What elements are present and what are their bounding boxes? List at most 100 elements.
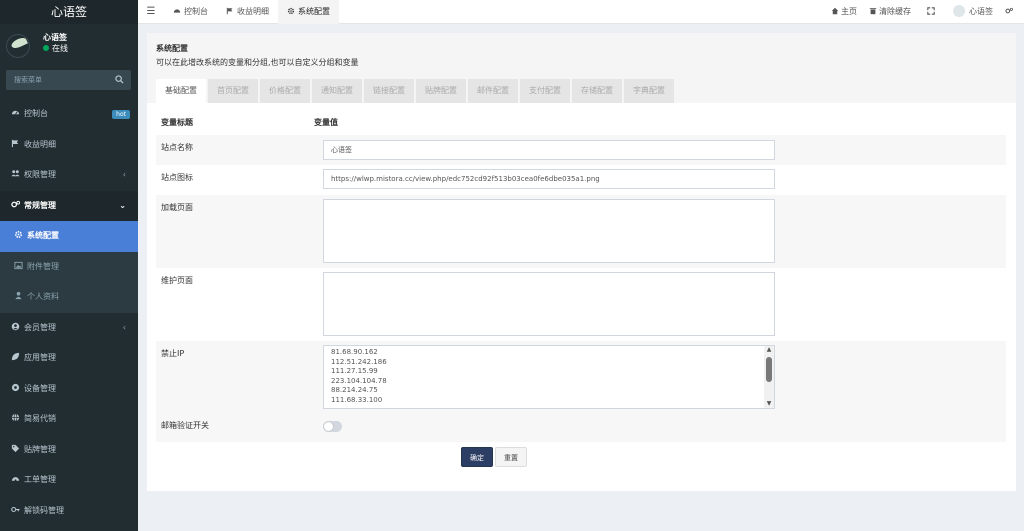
table-row-email-verify: 邮箱验证开关	[156, 413, 1006, 442]
sidebar-item-resale[interactable]: 简易代销	[0, 404, 138, 435]
sidebar-item-general[interactable]: 常规管理 ⌄	[0, 190, 138, 221]
confirm-button[interactable]: 确定	[461, 447, 493, 467]
tab-label: 系统配置	[298, 7, 330, 16]
sidebar-item-label: 简易代销	[24, 414, 56, 423]
site-icon-input[interactable]	[323, 169, 775, 189]
column-header-title: 变量标题	[161, 118, 193, 127]
chevron-left-icon: ‹	[122, 322, 126, 332]
user-menu-name: 心语签	[969, 7, 993, 16]
tab-home-config[interactable]: 首页配置	[208, 79, 258, 103]
loading-page-textarea[interactable]	[323, 199, 775, 263]
sidebar-item-tickets[interactable]: 工单管理	[0, 465, 138, 496]
dashboard-icon	[173, 9, 181, 13]
banned-ip-textarea[interactable]: 81.68.90.162 112.51.242.186 111.27.15.99…	[323, 345, 775, 409]
row-label: 站点图标	[161, 173, 193, 182]
home-link[interactable]: 主页	[825, 0, 863, 24]
sidebar-item-attachments[interactable]: 附件管理	[0, 251, 138, 282]
home-label: 主页	[841, 7, 857, 16]
gear-icon	[14, 230, 23, 239]
tab-system-config[interactable]: 系统配置	[278, 0, 339, 24]
fullscreen-icon	[927, 7, 935, 15]
panel-header: 系统配置 可以在此增改系统的变量和分组,也可以自定义分组和变量 基础配置 首页配…	[147, 33, 1016, 103]
user-menu[interactable]: 心语签	[947, 0, 999, 24]
avatar	[6, 34, 30, 58]
menu-search	[6, 70, 131, 90]
email-verify-toggle[interactable]	[323, 421, 342, 432]
user-icon	[15, 291, 22, 300]
scroll-up-icon[interactable]: ▲	[766, 347, 772, 353]
scroll-down-icon[interactable]: ▼	[766, 401, 772, 407]
page-description: 可以在此增改系统的变量和分组,也可以自定义分组和变量	[156, 58, 359, 67]
tab-dashboard[interactable]: 控制台	[164, 0, 217, 24]
search-icon[interactable]	[115, 75, 124, 84]
gauge-icon	[11, 477, 20, 482]
tab-mail-config[interactable]: 邮件配置	[468, 79, 518, 103]
scrollbar[interactable]: ▲ ▼	[764, 346, 774, 408]
tab-earnings[interactable]: 收益明细	[217, 0, 278, 24]
tab-notify-config[interactable]: 通知配置	[312, 79, 362, 103]
tab-label: 控制台	[184, 7, 208, 16]
gear-icon	[287, 7, 295, 15]
config-panel: 系统配置 可以在此增改系统的变量和分组,也可以自定义分组和变量 基础配置 首页配…	[147, 33, 1016, 491]
sidebar-item-label: 解锁码管理	[24, 505, 64, 515]
tab-price-config[interactable]: 价格配置	[260, 79, 310, 103]
tab-dictionary-config[interactable]: 字典配置	[624, 79, 674, 103]
key-icon	[11, 506, 20, 512]
tab-storage-config[interactable]: 存储配置	[572, 79, 622, 103]
sidebar-item-label: 工单管理	[24, 475, 56, 484]
scrollbar-thumb[interactable]	[766, 357, 772, 382]
sidebar-item-unlock-codes[interactable]: 解锁码管理	[0, 496, 138, 527]
row-label: 加载页面	[161, 203, 193, 212]
trash-icon	[869, 8, 877, 15]
sidebar-item-apps[interactable]: 应用管理	[0, 343, 138, 374]
ip-line: 223.104.104.78	[331, 376, 387, 385]
sidebar-item-members[interactable]: 会员管理 ‹	[0, 313, 138, 344]
sidebar-item-label: 会员管理	[24, 322, 56, 332]
ip-line: 111.27.15.99	[331, 367, 378, 375]
user-status: 在线	[43, 43, 68, 54]
tab-basic-config[interactable]: 基础配置	[156, 79, 206, 103]
ip-list: 81.68.90.162 112.51.242.186 111.27.15.99…	[331, 348, 387, 405]
tag-icon	[11, 444, 20, 452]
user-circle-icon	[11, 322, 20, 330]
menu-toggle-icon[interactable]: ☰	[138, 0, 164, 24]
user-panel: 心语签 在线	[0, 24, 138, 68]
menu-search-input[interactable]	[6, 70, 111, 90]
flag-icon	[226, 7, 233, 15]
sidebar-item-profile[interactable]: 个人资料	[0, 282, 138, 313]
group-icon	[11, 170, 20, 177]
clear-cache-button[interactable]: 清除缓存	[863, 0, 917, 24]
brand-logo[interactable]: 心语签	[0, 0, 138, 24]
sidebar-item-label: 权限管理	[24, 170, 56, 179]
circle-icon	[11, 383, 20, 391]
sidebar-item-system-config[interactable]: 系统配置	[0, 221, 138, 252]
fullscreen-button[interactable]	[917, 0, 947, 24]
sidebar-item-label: 附件管理	[27, 261, 59, 271]
clear-cache-label: 清除缓存	[879, 7, 911, 16]
tab-link-config[interactable]: 链接配置	[364, 79, 414, 103]
sidebar-item-permissions[interactable]: 权限管理 ‹	[0, 160, 138, 191]
globe-icon	[11, 413, 20, 422]
tab-branding-config[interactable]: 贴牌配置	[416, 79, 466, 103]
sidebar-menu: 控制台 hot 收益明细 权限管理 ‹ 常规管理 ⌄ 系统配置 附件管理 个人资…	[0, 99, 138, 526]
site-name-input[interactable]	[323, 140, 775, 160]
control-sidebar-button[interactable]	[999, 0, 1024, 24]
sidebar-item-dashboard[interactable]: 控制台 hot	[0, 99, 138, 130]
row-label: 维护页面	[161, 276, 193, 285]
sidebar-item-earnings[interactable]: 收益明细	[0, 130, 138, 161]
reset-button[interactable]: 重置	[495, 447, 527, 467]
flag-icon	[11, 139, 19, 147]
toggle-knob	[324, 422, 333, 431]
sidebar-item-label: 设备管理	[24, 383, 56, 393]
home-icon	[831, 7, 839, 15]
sidebar-item-branding[interactable]: 贴牌管理	[0, 435, 138, 466]
sidebar-item-label: 应用管理	[24, 353, 56, 362]
tab-payment-config[interactable]: 支付配置	[520, 79, 570, 103]
ip-line: 111.68.33.100	[331, 395, 383, 404]
maintenance-page-textarea[interactable]	[323, 272, 775, 336]
sidebar-item-label: 收益明细	[24, 139, 56, 149]
tab-label: 收益明细	[237, 7, 269, 16]
sidebar-item-devices[interactable]: 设备管理	[0, 374, 138, 405]
column-header-value: 变量值	[314, 118, 338, 127]
ip-line: 81.68.90.162	[331, 348, 378, 356]
